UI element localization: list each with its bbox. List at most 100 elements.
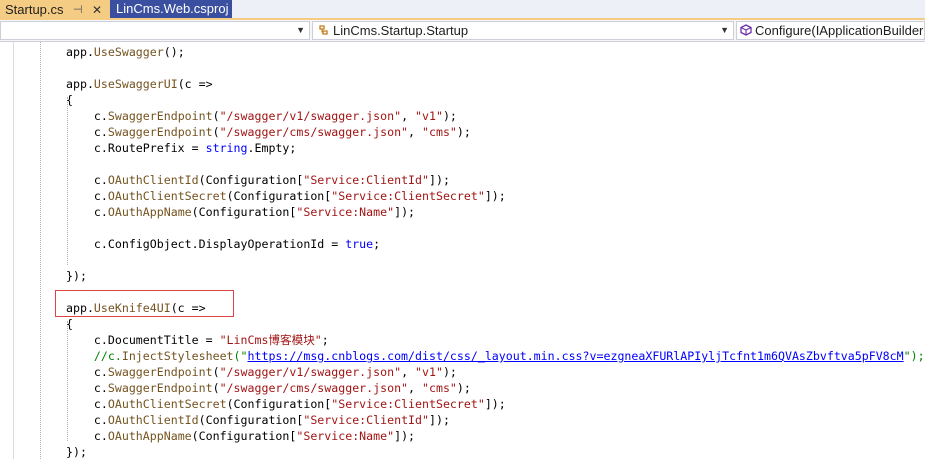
code-line: c.OAuthAppName(Configuration["Service:Na… — [66, 428, 415, 444]
code-token: c. — [66, 205, 108, 219]
code-token: OAuthAppName — [107, 205, 192, 219]
pin-icon[interactable]: ⊣ — [73, 0, 83, 20]
code-token: "cms" — [422, 125, 457, 139]
code-token: SwaggerEndpoint — [107, 109, 213, 123]
code-line: c.DocumentTitle = "LinCms博客模块"; — [66, 332, 329, 348]
code-token: c. — [66, 189, 108, 203]
tab-startup-cs[interactable]: Startup.cs ⊣ ✕ — [0, 0, 110, 20]
code-token: ; — [373, 237, 381, 251]
code-token: , — [401, 109, 416, 123]
code-token: (Configuration[ — [226, 397, 332, 411]
code-token: ); — [456, 381, 471, 395]
code-token: "Service:Name" — [296, 429, 395, 443]
code-line: app.UseSwagger(); — [66, 44, 185, 60]
code-token: (Configuration[ — [198, 173, 304, 187]
code-line: c.OAuthClientId(Configuration["Service:C… — [66, 412, 450, 428]
code-token: OAuthAppName — [107, 429, 192, 443]
code-line: c.SwaggerEndpoint("/swagger/cms/swagger.… — [66, 380, 471, 396]
code-token: ; — [321, 333, 329, 347]
code-token: app. — [66, 77, 94, 91]
code-token: c. — [66, 397, 108, 411]
code-token: , — [401, 365, 416, 379]
code-line: c.OAuthClientSecret(Configuration["Servi… — [66, 188, 506, 204]
code-line: { — [66, 316, 73, 332]
code-line: }); — [66, 268, 87, 284]
navigation-bar: ▼ LinCms.Startup.Startup ▼ Configure(IAp… — [0, 20, 925, 42]
code-token: ]); — [394, 429, 416, 443]
code-token: ]); — [484, 189, 506, 203]
code-token: c.RoutePrefix = — [66, 141, 206, 155]
code-token: "Service:ClientId" — [303, 173, 429, 187]
code-token: true — [345, 237, 374, 251]
code-token: //c. — [66, 349, 122, 363]
code-token: "cms" — [422, 381, 457, 395]
code-token: }); — [66, 445, 87, 459]
code-token: ]); — [428, 173, 450, 187]
tab-strip-fill — [232, 0, 925, 18]
code-line: c.ConfigObject.DisplayOperationId = true… — [66, 236, 380, 252]
code-token: c. — [66, 173, 108, 187]
code-token: OAuthClientId — [107, 173, 199, 187]
tab-label: Startup.cs — [5, 2, 64, 17]
type-dropdown[interactable]: LinCms.Startup.Startup ▼ — [312, 21, 734, 40]
project-dropdown[interactable]: ▼ — [0, 21, 310, 40]
code-token: , — [408, 125, 423, 139]
code-token[interactable]: https://msg.cnblogs.com/dist/css/_layout… — [248, 349, 904, 363]
code-token: "v1" — [415, 109, 443, 123]
code-token: "/swagger/cms/swagger.json" — [219, 381, 409, 395]
code-token: UseSwagger — [93, 45, 164, 59]
close-icon[interactable]: ✕ — [92, 0, 102, 20]
code-token: (c => — [177, 77, 213, 91]
code-token: c.ConfigObject.DisplayOperationId = — [66, 237, 346, 251]
code-token: "LinCms博客模块" — [219, 333, 322, 347]
code-line: c.RoutePrefix = string.Empty; — [66, 140, 296, 156]
type-dropdown-value: LinCms.Startup.Startup — [333, 23, 469, 38]
code-token: "Service:ClientSecret" — [331, 189, 485, 203]
code-token: OAuthClientSecret — [107, 189, 227, 203]
code-token: c. — [66, 125, 108, 139]
code-token: OAuthClientSecret — [107, 397, 227, 411]
code-token: ( — [212, 365, 220, 379]
code-editor[interactable]: app.UseSwagger(); app.UseSwaggerUI(c =>{ … — [0, 42, 925, 459]
code-token: ]); — [394, 205, 416, 219]
code-token: ); — [442, 109, 457, 123]
code-token: c. — [66, 381, 108, 395]
code-token: SwaggerEndpoint — [107, 125, 213, 139]
code-line: c.SwaggerEndpoint("/swagger/cms/swagger.… — [66, 124, 471, 140]
code-token: UseSwaggerUI — [93, 77, 178, 91]
code-token: "Service:Name" — [296, 205, 395, 219]
code-token: (Configuration[ — [191, 205, 297, 219]
code-line: //c.InjectStylesheet("https://msg.cnblog… — [66, 348, 925, 364]
highlight-box — [55, 290, 234, 317]
code-token: (Configuration[ — [226, 189, 332, 203]
code-token: "v1" — [415, 365, 443, 379]
code-token: { — [66, 93, 73, 107]
margin-divider — [13, 42, 14, 459]
code-token: (Configuration[ — [191, 429, 297, 443]
code-token: c. — [66, 109, 108, 123]
code-token: ( — [212, 381, 220, 395]
method-icon — [740, 24, 752, 36]
code-token: { — [66, 317, 73, 331]
code-token: }); — [66, 269, 87, 283]
code-line: }); — [66, 444, 87, 460]
code-line: app.UseSwaggerUI(c => — [66, 76, 213, 92]
editor-margin — [0, 42, 14, 459]
code-token: ); — [442, 365, 457, 379]
tab-lincms-web-csproj[interactable]: LinCms.Web.csproj — [110, 0, 235, 18]
code-token: "Service:ClientId" — [303, 413, 429, 427]
code-line: c.SwaggerEndpoint("/swagger/v1/swagger.j… — [66, 108, 457, 124]
member-dropdown[interactable]: Configure(IApplicationBuilder — [736, 21, 925, 40]
indent-guide — [40, 42, 41, 459]
code-token: c.DocumentTitle = — [66, 333, 220, 347]
code-token: (Configuration[ — [198, 413, 304, 427]
code-token: c. — [66, 413, 108, 427]
chevron-down-icon: ▼ — [720, 25, 729, 35]
code-token: string — [205, 141, 248, 155]
code-token: "Service:ClientSecret" — [331, 397, 485, 411]
code-token: "/swagger/v1/swagger.json" — [219, 109, 402, 123]
document-tab-strip: Startup.cs ⊣ ✕ LinCms.Web.csproj — [0, 0, 925, 20]
code-token: c. — [66, 429, 108, 443]
code-token: "/swagger/cms/swagger.json" — [219, 125, 409, 139]
code-token: SwaggerEndpoint — [107, 365, 213, 379]
